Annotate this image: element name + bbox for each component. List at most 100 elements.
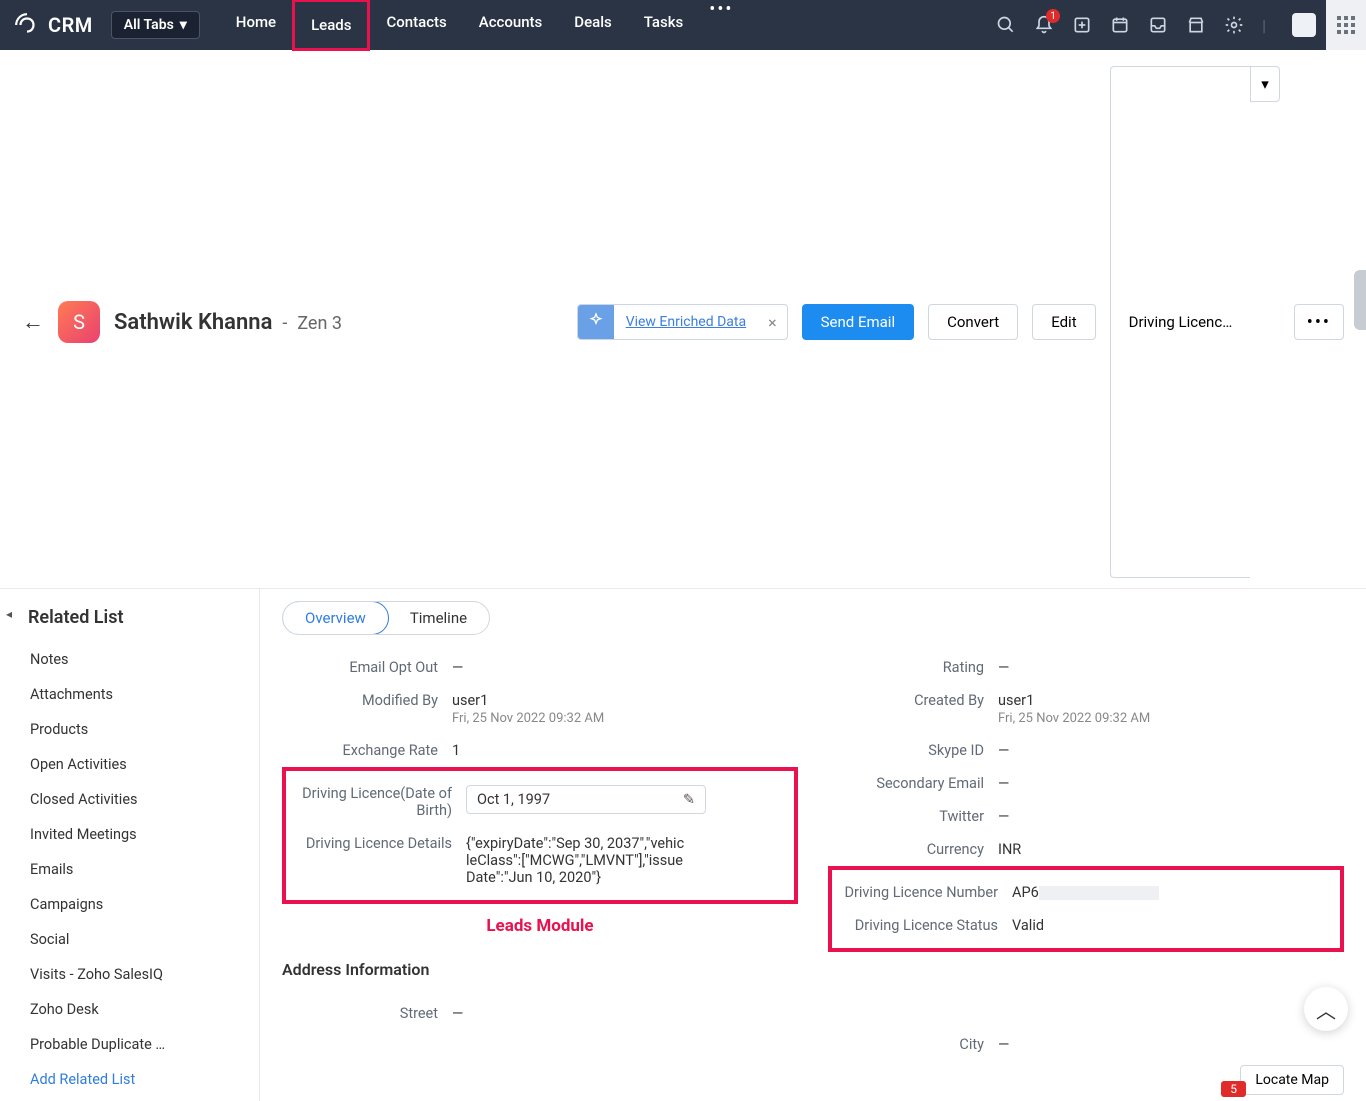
sidebar-item-attachments[interactable]: Attachments <box>0 677 259 712</box>
search-icon[interactable] <box>996 15 1016 35</box>
driving-licence-caret[interactable]: ▾ <box>1250 66 1280 102</box>
all-tabs-label: All Tabs <box>124 17 174 33</box>
top-nav: CRM All Tabs ▾ Home Leads Contacts Accou… <box>0 0 1366 50</box>
lbl-street: Street <box>282 1005 452 1022</box>
user-avatar[interactable] <box>1292 13 1316 37</box>
pencil-icon[interactable]: ✎ <box>683 791 695 808</box>
pill-tabs: Overview Timeline <box>282 601 490 635</box>
convert-button[interactable]: Convert <box>928 304 1018 340</box>
calendar-icon[interactable] <box>1110 15 1130 35</box>
more-button[interactable]: ••• <box>1294 304 1344 340</box>
title-bar: ← S Sathwik Khanna - Zen 3 View Enriched… <box>0 50 1366 589</box>
bottom-strip: Locate Map <box>1240 1059 1344 1101</box>
apps-grid-icon[interactable] <box>1326 0 1366 50</box>
lbl-exchange-rate: Exchange Rate <box>282 742 452 759</box>
sidebar-item-duplicates[interactable]: Probable Duplicate … <box>0 1027 259 1062</box>
val-created-by-user: user1 <box>998 692 1344 709</box>
back-arrow-icon[interactable]: ← <box>22 309 44 335</box>
count-badge-container: 5 <box>1221 1078 1246 1097</box>
tab-overview[interactable]: Overview <box>282 601 389 635</box>
sidebar-item-invited-meetings[interactable]: Invited Meetings <box>0 817 259 852</box>
sidebar-item-open-activities[interactable]: Open Activities <box>0 747 259 782</box>
collapse-icon[interactable]: ◂ <box>6 607 12 621</box>
driving-licence-btn-group: Driving Licenc… ▾ <box>1110 66 1280 578</box>
sidebar-item-social[interactable]: Social <box>0 922 259 957</box>
dl-number-prefix: AP6 <box>1012 884 1039 901</box>
brand-text: CRM <box>48 13 93 37</box>
section-address-info: Address Information <box>282 960 798 979</box>
highlight-box-right: Driving Licence NumberAP6 Driving Licenc… <box>828 866 1344 952</box>
main: ◂ Related List Notes Attachments Product… <box>0 589 1366 1101</box>
sidebar-item-emails[interactable]: Emails <box>0 852 259 887</box>
all-tabs-dropdown[interactable]: All Tabs ▾ <box>111 11 200 39</box>
crm-logo: CRM <box>14 12 93 38</box>
val-created-by: user1Fri, 25 Nov 2022 09:32 AM <box>998 692 1344 726</box>
nav-deals[interactable]: Deals <box>558 0 627 51</box>
lead-avatar: S <box>58 301 100 343</box>
enrich-close-icon[interactable]: × <box>758 313 787 332</box>
count-badge[interactable]: 5 <box>1221 1081 1246 1097</box>
send-email-button[interactable]: Send Email <box>802 304 914 340</box>
scroll-top-button[interactable]: ︿ <box>1304 987 1348 1031</box>
lbl-dl-number: Driving Licence Number <box>842 884 1012 901</box>
dl-dob-input[interactable]: Oct 1, 1997 ✎ <box>466 785 706 814</box>
val-city: — <box>998 1036 1344 1053</box>
edit-button[interactable]: Edit <box>1032 304 1095 340</box>
tab-timeline[interactable]: Timeline <box>388 602 489 634</box>
drawer-icon[interactable] <box>1148 15 1168 35</box>
lbl-email-opt-out: Email Opt Out <box>282 659 452 676</box>
plus-icon[interactable] <box>1072 15 1092 35</box>
chevron-down-icon: ▾ <box>180 17 187 33</box>
val-street: — <box>452 1005 798 1022</box>
highlight-box-left: Driving Licence(Date of Birth)Oct 1, 199… <box>282 767 798 904</box>
val-modified-by-ts: Fri, 25 Nov 2022 09:32 AM <box>452 711 798 726</box>
lbl-city: City <box>828 1036 998 1053</box>
lbl-modified-by: Modified By <box>282 692 452 726</box>
sidebar-item-zoho-desk[interactable]: Zoho Desk <box>0 992 259 1027</box>
lbl-skype: Skype ID <box>828 742 998 759</box>
driving-licence-button[interactable]: Driving Licenc… <box>1110 66 1251 578</box>
crm-logo-icon <box>14 12 40 38</box>
lbl-dl-dob: Driving Licence(Date of Birth) <box>296 785 466 819</box>
view-enriched-link[interactable]: View Enriched Data <box>614 314 758 330</box>
lead-title: Sathwik Khanna - Zen 3 <box>114 310 342 335</box>
val-modified-by: user1Fri, 25 Nov 2022 09:32 AM <box>452 692 798 726</box>
val-dl-details: {"expiryDate":"Sep 30, 2037","vehicleCla… <box>466 835 686 886</box>
locate-map-button[interactable]: Locate Map <box>1240 1065 1344 1095</box>
nav-home[interactable]: Home <box>220 0 292 51</box>
nav-leads[interactable]: Leads <box>292 0 370 51</box>
nav-tasks[interactable]: Tasks <box>628 0 700 51</box>
enrich-icon <box>578 304 614 340</box>
nav-links: Home Leads Contacts Accounts Deals Tasks… <box>220 0 744 51</box>
lbl-dl-status: Driving Licence Status <box>842 917 1012 934</box>
lbl-twitter: Twitter <box>828 808 998 825</box>
val-twitter: — <box>998 808 1344 825</box>
bell-icon[interactable]: 1 <box>1034 15 1054 35</box>
dl-dob-value: Oct 1, 1997 <box>477 791 550 808</box>
sidebar-item-products[interactable]: Products <box>0 712 259 747</box>
val-rating: — <box>998 659 1344 676</box>
add-related-list-link[interactable]: Add Related List <box>0 1062 259 1097</box>
dl-number-redacted <box>1039 886 1159 900</box>
val-email-opt-out: — <box>452 659 798 676</box>
sidebar-item-closed-activities[interactable]: Closed Activities <box>0 782 259 817</box>
gear-icon[interactable] <box>1224 15 1244 35</box>
sidebar-item-campaigns[interactable]: Campaigns <box>0 887 259 922</box>
nav-more[interactable]: ••• <box>699 0 743 51</box>
val-dl-status: Valid <box>1012 917 1330 934</box>
scroll-indicator[interactable] <box>1354 270 1366 330</box>
nav-accounts[interactable]: Accounts <box>463 0 559 51</box>
sidebar-item-visits[interactable]: Visits - Zoho SalesIQ <box>0 957 259 992</box>
store-icon[interactable] <box>1186 15 1206 35</box>
lbl-sec-email: Secondary Email <box>828 775 998 792</box>
related-list-header: Related List <box>0 603 259 642</box>
val-dl-number: AP6 <box>1012 884 1330 901</box>
nav-contacts[interactable]: Contacts <box>370 0 462 51</box>
sidebar-item-notes[interactable]: Notes <box>0 642 259 677</box>
enrich-box: View Enriched Data × <box>577 304 788 340</box>
val-skype: — <box>998 742 1344 759</box>
fields-grid: Email Opt Out— Modified Byuser1Fri, 25 N… <box>282 651 1344 1061</box>
fields-col-left: Email Opt Out— Modified Byuser1Fri, 25 N… <box>282 651 798 1061</box>
topnav-icons: 1 | <box>996 13 1316 37</box>
val-dl-dob-cell: Oct 1, 1997 ✎ <box>466 785 784 819</box>
